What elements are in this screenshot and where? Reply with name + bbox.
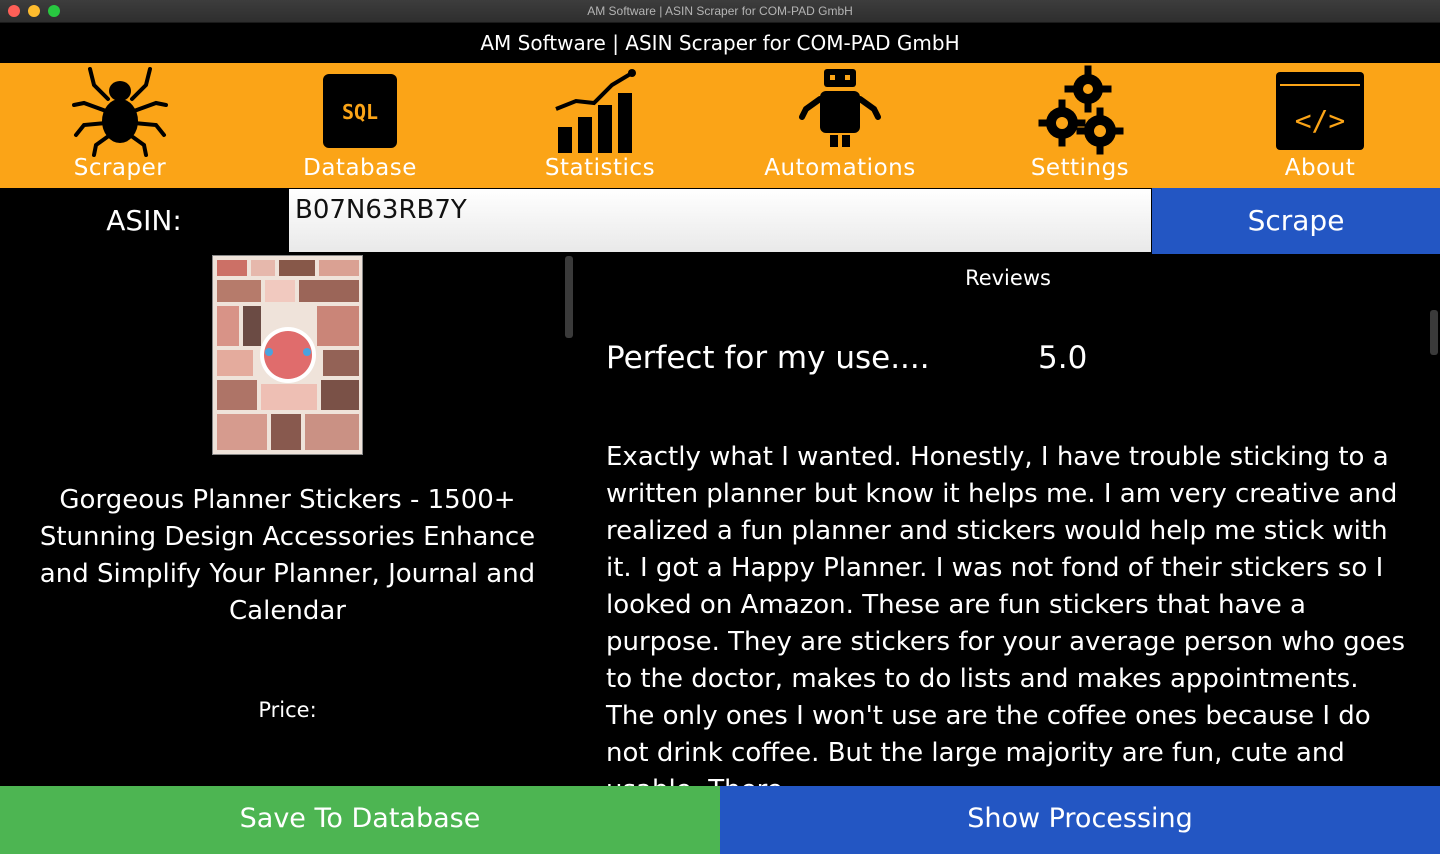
reviews-heading: Reviews xyxy=(965,266,1051,290)
toolbar-item-statistics[interactable]: Statistics xyxy=(480,63,720,188)
sql-database-icon: SQL xyxy=(310,65,410,157)
gears-icon xyxy=(1030,65,1130,157)
window-title: AM Software | ASIN Scraper for COM-PAD G… xyxy=(587,4,853,18)
asin-input[interactable] xyxy=(289,189,1151,252)
toolbar-item-settings[interactable]: Settings xyxy=(960,63,1200,188)
bar-chart-icon xyxy=(550,65,650,157)
product-image xyxy=(212,255,363,455)
scrape-button[interactable]: Scrape xyxy=(1152,188,1440,254)
toolbar-label-about: About xyxy=(1284,155,1356,181)
asin-row: ASIN: Scrape xyxy=(0,188,1440,254)
save-to-database-button[interactable]: Save To Database xyxy=(0,786,720,854)
app-header-title: AM Software | ASIN Scraper for COM-PAD G… xyxy=(480,31,960,55)
reviews-panel: Reviews Perfect for my use.... 5.0 Exact… xyxy=(578,254,1440,786)
review-body: Exactly what I wanted. Honestly, I have … xyxy=(606,442,1406,786)
spider-icon xyxy=(70,65,170,157)
main-toolbar: Scraper SQL Database Statistics Automati… xyxy=(0,63,1440,188)
reviews-scrollbar[interactable] xyxy=(1430,310,1438,355)
toolbar-label-statistics: Statistics xyxy=(544,155,656,181)
toolbar-label-scraper: Scraper xyxy=(73,155,167,181)
toolbar-item-scraper[interactable]: Scraper xyxy=(0,63,240,188)
show-processing-button[interactable]: Show Processing xyxy=(720,786,1440,854)
asin-label: ASIN: xyxy=(106,204,182,237)
product-panel: Gorgeous Planner Stickers - 1500+ Stunni… xyxy=(0,254,575,786)
review-title: Perfect for my use.... xyxy=(606,340,930,376)
toolbar-label-automations: Automations xyxy=(764,155,916,181)
robot-icon xyxy=(790,65,890,157)
code-icon-text: </> xyxy=(1295,104,1346,137)
toolbar-label-database: Database xyxy=(303,155,417,181)
toolbar-label-settings: Settings xyxy=(1030,155,1130,181)
code-window-icon: </> xyxy=(1270,65,1370,157)
macos-title-bar: AM Software | ASIN Scraper for COM-PAD G… xyxy=(0,0,1440,23)
toolbar-item-automations[interactable]: Automations xyxy=(720,63,960,188)
toolbar-item-database[interactable]: SQL Database xyxy=(240,63,480,188)
review-rating: 5.0 xyxy=(1038,340,1088,376)
sql-icon-text: SQL xyxy=(342,100,378,124)
left-scrollbar[interactable] xyxy=(565,256,573,338)
toolbar-item-about[interactable]: </> About xyxy=(1200,63,1440,188)
price-label: Price: xyxy=(258,698,317,722)
product-title: Gorgeous Planner Stickers - 1500+ Stunni… xyxy=(39,485,536,626)
